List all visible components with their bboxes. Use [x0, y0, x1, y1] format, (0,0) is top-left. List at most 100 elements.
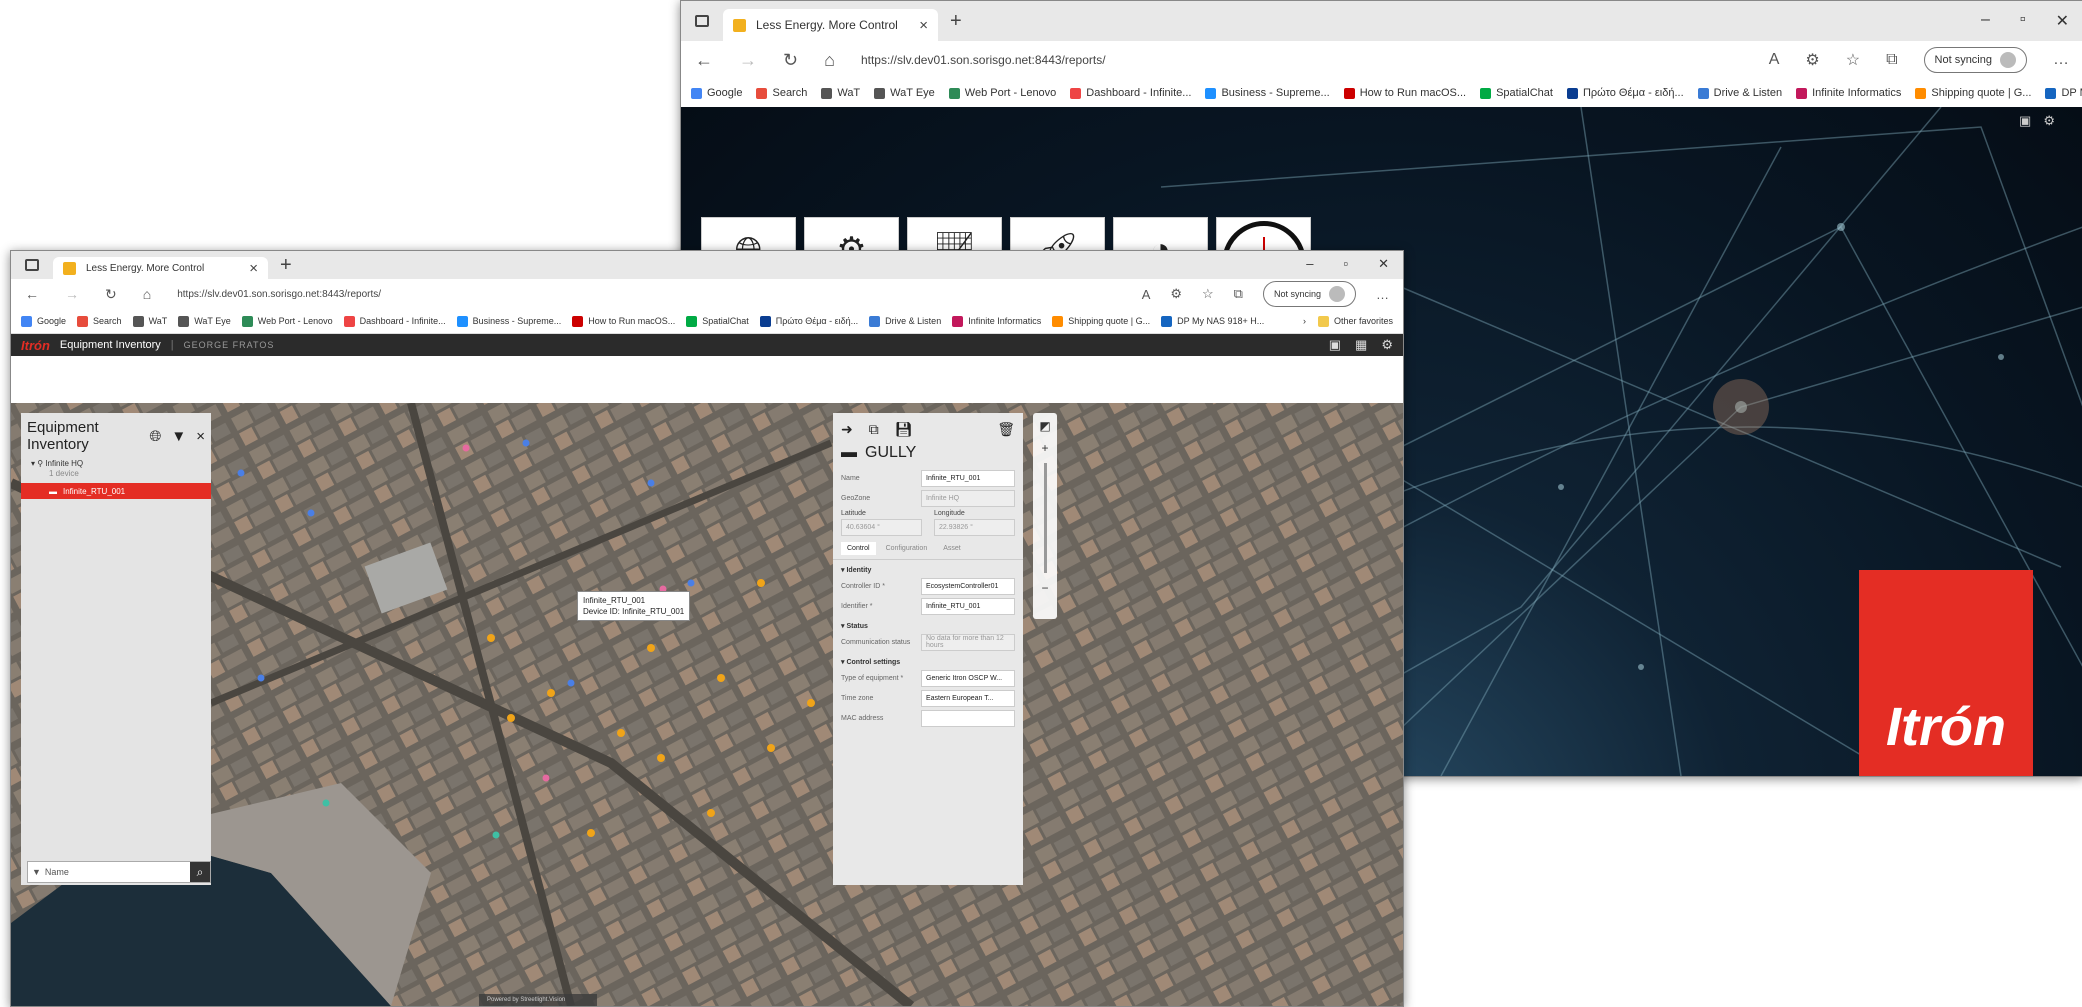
bookmark-item[interactable]: Πρώτο Θέμα - ειδή...	[1566, 87, 1684, 99]
extension-icon[interactable]: ⚙	[1170, 286, 1182, 302]
tab-configuration[interactable]: Configuration	[880, 542, 934, 555]
minimize-icon[interactable]: –	[1306, 256, 1313, 272]
zoom-slider[interactable]	[1043, 463, 1047, 573]
workspaces-icon[interactable]	[25, 259, 39, 271]
bookmark-item[interactable]: DP My NAS 918+ H...	[1161, 315, 1264, 327]
bookmark-item[interactable]: Business - Supreme...	[456, 315, 561, 327]
tree-root[interactable]: ▾ ⚲ Infinite HQ 1 device	[21, 459, 211, 479]
other-favorites[interactable]: Other favorites	[1317, 315, 1393, 327]
refresh-icon[interactable]: ↻	[105, 286, 117, 303]
workspaces-icon[interactable]	[695, 15, 709, 27]
tab-control[interactable]: Control	[841, 542, 876, 555]
bookmark-item[interactable]: SpatialChat	[1480, 87, 1553, 99]
bookmark-item[interactable]: Business - Supreme...	[1205, 87, 1330, 99]
bookmark-item[interactable]: WaT	[132, 315, 167, 327]
control-settings-section[interactable]: ▾ Control settings	[833, 652, 1023, 668]
save-icon[interactable]: 💾︎	[895, 421, 913, 438]
home-icon[interactable]: ⌂	[143, 286, 151, 302]
status-section[interactable]: ▾ Status	[833, 616, 1023, 632]
sync-button[interactable]: Not syncing	[1923, 47, 2027, 73]
sync-button[interactable]: Not syncing	[1262, 281, 1356, 307]
close-icon[interactable]: ×	[196, 428, 205, 445]
bookmark-item[interactable]: DP My NAS 918+ H...	[2045, 87, 2082, 99]
globe-icon[interactable]: 🌐︎	[149, 428, 161, 445]
refresh-icon[interactable]: ↻	[783, 50, 798, 71]
forward-icon[interactable]: →	[739, 50, 757, 71]
bookmark-item[interactable]: Infinite Informatics	[1796, 87, 1901, 99]
apps-grid-icon[interactable]: ▦	[1355, 337, 1367, 353]
navigate-icon[interactable]: ➜	[841, 421, 853, 438]
more-menu-icon[interactable]: …	[2053, 51, 2069, 69]
bookmark-item[interactable]: Dashboard - Infinite...	[1070, 87, 1191, 99]
bookmark-item[interactable]: Shipping quote | G...	[1052, 315, 1150, 327]
settings-icon[interactable]: ⚙	[1381, 337, 1393, 353]
bookmark-item[interactable]: Web Port - Lenovo	[241, 315, 333, 327]
equipment-type-select[interactable]: Generic Itron OSCP W...	[921, 669, 1015, 687]
back-icon[interactable]: ←	[25, 286, 39, 302]
bookmark-item[interactable]: How to Run macOS...	[572, 315, 675, 327]
new-tab-icon[interactable]: +	[950, 10, 962, 33]
home-icon[interactable]: ⌂	[824, 50, 835, 71]
bookmarks-overflow-icon[interactable]: ›	[1303, 316, 1306, 326]
back-icon[interactable]: ←	[695, 50, 713, 71]
favorites-icon[interactable]: ☆	[1846, 50, 1860, 70]
minimize-icon[interactable]: –	[1981, 11, 1990, 31]
bookmark-item[interactable]: Infinite Informatics	[952, 315, 1041, 327]
new-tab-icon[interactable]: +	[280, 254, 292, 277]
maximize-icon[interactable]: ▫	[2020, 11, 2026, 31]
bookmark-item[interactable]: Search	[756, 87, 807, 99]
identity-section[interactable]: ▾ Identity	[833, 560, 1023, 576]
bookmark-item[interactable]: Web Port - Lenovo	[948, 87, 1056, 99]
bookmark-item[interactable]: SpatialChat	[686, 315, 749, 327]
timezone-select[interactable]: Eastern European T...	[921, 689, 1015, 707]
collections-icon[interactable]: ⧉	[1886, 51, 1897, 69]
forward-icon[interactable]: →	[65, 286, 79, 302]
bookmark-item[interactable]: How to Run macOS...	[1343, 87, 1466, 99]
tree-item-selected[interactable]: ▬ Infinite_RTU_001	[21, 483, 211, 499]
url-field[interactable]: https://slv.dev01.son.sorisgo.net:8443/r…	[177, 289, 1115, 300]
bookmark-item[interactable]: Shipping quote | G...	[1915, 87, 2031, 99]
identifier-field[interactable]: Infinite_RTU_001	[921, 597, 1015, 615]
read-aloud-icon[interactable]: A	[1769, 51, 1780, 69]
mac-address-field[interactable]	[921, 709, 1015, 727]
delete-icon[interactable]: 🗑︎	[997, 421, 1015, 438]
layers-icon[interactable]: ◩	[1039, 419, 1050, 433]
close-tab-icon[interactable]: ×	[249, 260, 258, 277]
close-tab-icon[interactable]: ×	[919, 17, 928, 34]
browser-tab[interactable]: Less Energy. More Control ×	[53, 257, 268, 279]
bookmark-item[interactable]: WaT Eye	[874, 87, 935, 99]
search-icon[interactable]: ⌕	[190, 862, 210, 882]
inventory-search[interactable]: ▼ Name ⌕	[27, 861, 211, 883]
favorites-icon[interactable]: ☆	[1202, 286, 1214, 302]
satellite-map[interactable]: Equipment Inventory 🌐︎ ▼ × ▾ ⚲ Infinite …	[11, 403, 1403, 1006]
collections-icon[interactable]: ⧉	[1234, 286, 1243, 302]
bookmark-item[interactable]: Search	[77, 315, 122, 327]
bookmark-item[interactable]: WaT Eye	[178, 315, 231, 327]
extension-icon[interactable]: ⚙	[1805, 50, 1819, 70]
close-window-icon[interactable]: ✕	[1378, 256, 1389, 272]
browser-tab[interactable]: Less Energy. More Control ×	[723, 9, 938, 41]
controller-select[interactable]: EcosystemController01	[921, 577, 1015, 595]
close-window-icon[interactable]: ✕	[2056, 11, 2069, 31]
zoom-out-icon[interactable]: −	[1041, 581, 1048, 595]
name-field[interactable]: Infinite_RTU_001	[921, 469, 1015, 487]
tab-asset[interactable]: Asset	[937, 542, 967, 555]
bookmark-item[interactable]: Google	[21, 315, 66, 327]
copy-icon[interactable]: ⧉	[869, 421, 879, 438]
bookmark-item[interactable]: Google	[691, 87, 742, 99]
more-menu-icon[interactable]: …	[1376, 287, 1389, 302]
bookmark-item[interactable]: Drive & Listen	[869, 315, 941, 327]
read-aloud-icon[interactable]: A	[1142, 287, 1151, 302]
bookmark-item[interactable]: WaT	[821, 87, 860, 99]
bookmark-item[interactable]: Drive & Listen	[1697, 87, 1782, 99]
zoom-in-icon[interactable]: +	[1041, 441, 1048, 455]
bookmark-item[interactable]: Πρώτο Θέμα - ειδή...	[759, 315, 858, 327]
layout-icon[interactable]: ▣	[1329, 337, 1341, 353]
url-field[interactable]: https://slv.dev01.son.sorisgo.net:8443/r…	[861, 53, 1743, 67]
map-zoom-control[interactable]: ◩ + −	[1033, 413, 1057, 619]
bookmark-item[interactable]: Dashboard - Infinite...	[343, 315, 446, 327]
filter-icon[interactable]: ▼	[171, 428, 186, 445]
search-options-icon[interactable]: ▼	[28, 867, 45, 877]
maximize-icon[interactable]: ▫	[1343, 256, 1348, 272]
layout-icon[interactable]: ▣	[2019, 113, 2031, 129]
